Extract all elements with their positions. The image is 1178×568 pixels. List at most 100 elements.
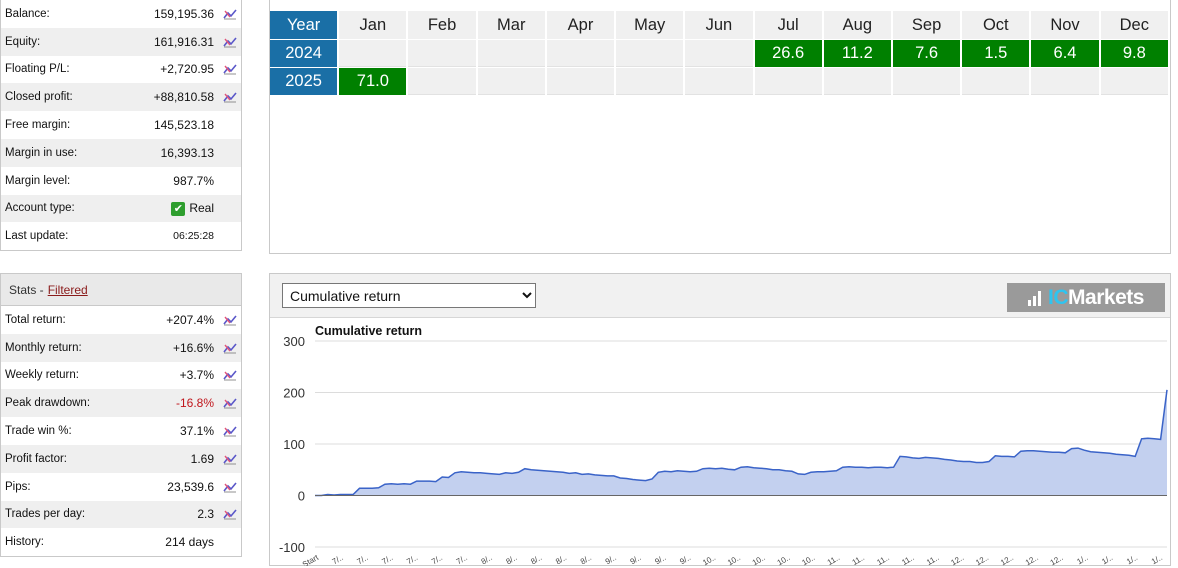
stats-row-value: 23,539.6 <box>167 479 214 494</box>
chart-trend-icon[interactable] <box>223 314 237 326</box>
stats-row-value: 1.69 <box>190 451 214 466</box>
chart-trend-icon[interactable] <box>223 481 237 493</box>
stats-row-label: Profit factor: <box>5 452 67 465</box>
stats-panel: Stats - Filtered Total return: +207.4% Mon… <box>0 273 242 557</box>
month-return-cell[interactable]: 11.2 <box>823 39 891 67</box>
stats-row-label: History: <box>5 536 44 549</box>
logo-bars-icon <box>1028 290 1044 306</box>
stats-row: Pips: 23,539.6 <box>1 473 241 501</box>
x-tick-label: 11.. <box>826 553 842 566</box>
chart-trend-icon[interactable] <box>223 36 237 48</box>
month-return-cell[interactable]: 1.5 <box>962 39 1030 67</box>
stats-row: Trade win %: 37.1% <box>1 417 241 445</box>
month-return-cell <box>1031 67 1099 95</box>
x-tick-label: 11.. <box>875 553 891 566</box>
month-return-cell <box>823 67 891 95</box>
x-tick-label: 10.. <box>800 553 816 566</box>
chart-trend-icon[interactable] <box>223 369 237 381</box>
checkmark-icon: ✔ <box>171 201 186 216</box>
chart-trend-icon[interactable] <box>223 8 237 20</box>
x-tick-label: 12.. <box>1024 553 1040 566</box>
x-tick-label: 7/.. <box>455 553 469 566</box>
monthly-returns-panel: Year Jan Feb Mar Apr May Jun Jul Aug Sep Oct Nov Dec… <box>269 0 1171 254</box>
chart-trend-icon[interactable] <box>223 342 237 354</box>
account-row-value: 987.7% <box>173 173 214 188</box>
month-header: Jul <box>754 11 822 39</box>
account-row-value: 161,916.31 <box>153 34 214 49</box>
cumulative-return-chart: Cumulative return3002001000-100Start 7/..… <box>279 324 1168 566</box>
account-row-label: Last update: <box>5 230 69 243</box>
account-row: Closed profit: +88,810.58 <box>1 83 241 112</box>
chart-trend-icon[interactable] <box>223 63 237 75</box>
month-return-cell <box>546 39 615 67</box>
x-tick-label: 10.. <box>701 553 717 566</box>
y-tick-label: 0 <box>298 489 305 504</box>
x-tick-label: 7/.. <box>430 553 444 566</box>
x-tick-label: 11.. <box>851 553 867 566</box>
account-row-value: 145,523.18 <box>153 118 214 133</box>
stats-row: History: 214 days <box>1 528 241 556</box>
month-header: Mar <box>477 11 545 39</box>
chart-toolbar: Cumulative return IC Markets <box>270 274 1170 318</box>
account-row: Last update: 06:25:28 <box>1 222 241 250</box>
month-return-cell[interactable]: 6.4 <box>1031 39 1099 67</box>
y-tick-label: 300 <box>283 334 305 349</box>
stats-row-value: +3.7% <box>179 368 214 383</box>
x-tick-label: 10.. <box>726 553 742 566</box>
x-tick-label: 12.. <box>949 553 965 566</box>
stats-rows: Total return: +207.4% Monthly return: +16.6… <box>1 306 241 556</box>
month-header: Apr <box>546 11 615 39</box>
month-return-cell[interactable]: 71.0 <box>339 67 407 95</box>
chart-trend-icon[interactable] <box>223 91 237 103</box>
chart-trend-icon[interactable] <box>223 397 237 409</box>
chart-trend-icon[interactable] <box>223 508 237 520</box>
monthly-returns-table: Year Jan Feb Mar Apr May Jun Jul Aug Sep Oct Nov Dec… <box>268 11 1170 95</box>
month-return-cell <box>546 67 615 95</box>
y-tick-label: 200 <box>283 386 305 401</box>
month-return-cell <box>408 39 476 67</box>
account-row-value: 159,195.36 <box>153 6 214 21</box>
x-tick-label: 9/.. <box>604 553 618 566</box>
stats-row-value: 2.3 <box>197 507 214 522</box>
stats-row: Peak drawdown: -16.8% <box>1 389 241 418</box>
month-return-cell <box>339 39 407 67</box>
account-row: Balance: 159,195.36 <box>1 0 241 28</box>
month-header: May <box>616 11 684 39</box>
year-cell: 2025 <box>270 67 338 95</box>
stats-row: Monthly return: +16.6% <box>1 333 241 362</box>
x-tick-label: 7/.. <box>331 553 345 566</box>
chart-title: Cumulative return <box>315 324 422 338</box>
month-header: Dec <box>1100 11 1168 39</box>
x-tick-label: 8/.. <box>504 553 518 566</box>
stats-row: Weekly return: +3.7% <box>1 362 241 390</box>
stats-row-value: +16.6% <box>172 340 214 355</box>
x-tick-label: 10.. <box>776 553 792 566</box>
month-header: Oct <box>962 11 1030 39</box>
stats-row-value: -16.8% <box>175 396 214 411</box>
stats-row-label: Trade win %: <box>5 425 72 438</box>
account-panel: Balance: 159,195.36 Equity: 161,916.31 Float… <box>0 0 242 251</box>
account-row-value: 06:25:28 <box>173 230 214 243</box>
stats-row-value: 214 days <box>165 535 214 550</box>
stats-row: Profit factor: 1.69 <box>1 444 241 473</box>
account-row-label: Free margin: <box>5 119 71 132</box>
month-header: Nov <box>1031 11 1099 39</box>
account-row-label: Closed profit: <box>5 91 73 104</box>
chart-trend-icon[interactable] <box>223 425 237 437</box>
x-tick-label: 10.. <box>751 553 767 566</box>
month-return-cell <box>685 39 753 67</box>
x-tick-label: 8/.. <box>579 553 593 566</box>
chart-type-select[interactable]: Cumulative return <box>282 283 536 308</box>
month-return-cell[interactable]: 26.6 <box>754 39 822 67</box>
filtered-link[interactable]: Filtered <box>48 283 88 297</box>
stats-row-value: +207.4% <box>166 312 214 327</box>
y-tick-label: -100 <box>279 540 305 555</box>
month-return-cell[interactable]: 9.8 <box>1100 39 1168 67</box>
x-tick-label: 1/.. <box>1100 553 1114 566</box>
account-row-label: Equity: <box>5 35 41 48</box>
x-tick-label: 12.. <box>999 553 1015 566</box>
stats-row-value: 37.1% <box>179 424 214 439</box>
month-return-cell <box>616 67 684 95</box>
chart-trend-icon[interactable] <box>223 453 237 465</box>
month-return-cell[interactable]: 7.6 <box>892 39 961 67</box>
